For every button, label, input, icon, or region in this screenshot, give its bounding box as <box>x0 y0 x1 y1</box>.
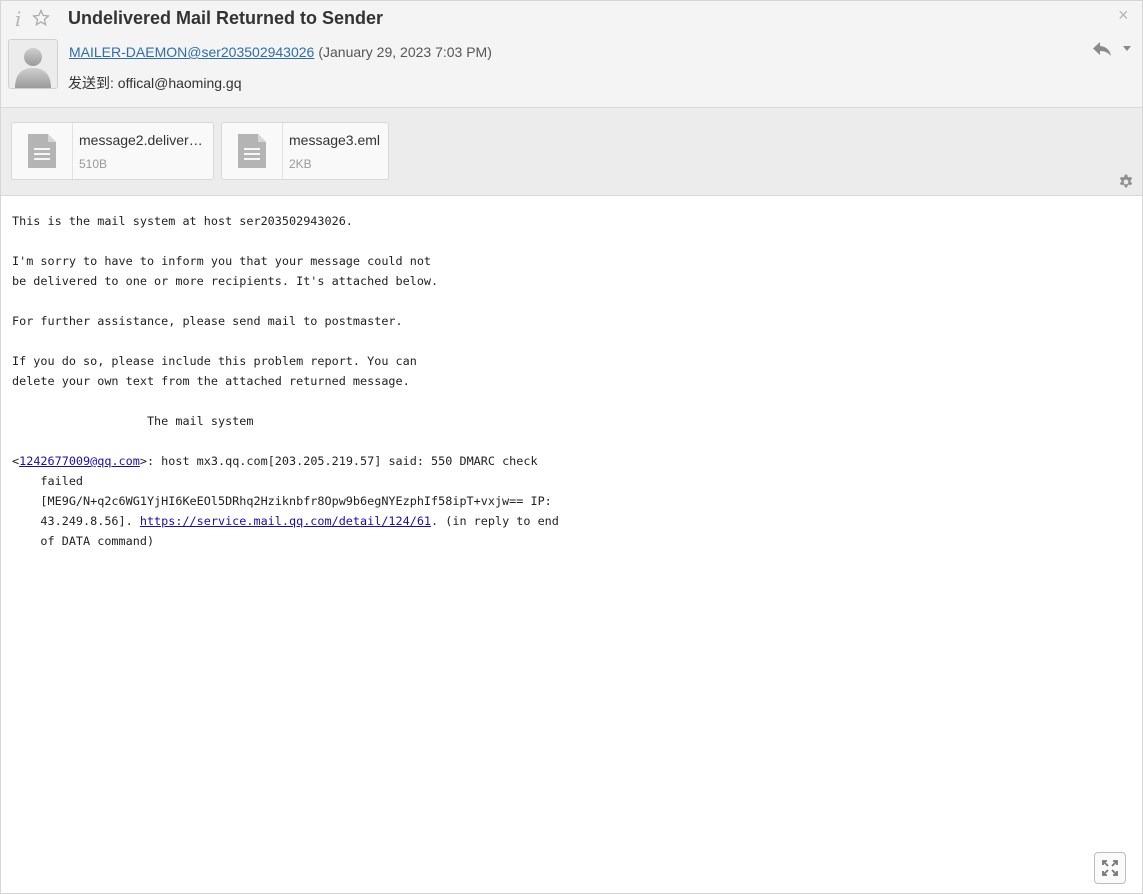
body-text-part: This is the mail system at host ser20350… <box>12 214 439 468</box>
message-header: i Undelivered Mail Returned to Sender MA… <box>1 1 1142 108</box>
message-subject: Undelivered Mail Returned to Sender <box>68 8 384 28</box>
document-icon <box>28 134 56 168</box>
attachment-name: message2.deliver… <box>79 132 203 148</box>
to-label: 发送到: <box>68 75 114 91</box>
close-icon[interactable]: × <box>1118 6 1129 24</box>
reply-icon[interactable] <box>1091 40 1113 58</box>
service-detail-link[interactable]: https://service.mail.qq.com/detail/124/6… <box>140 514 431 528</box>
attachments-bar: message2.deliver… 510B message3.eml 2KB <box>1 108 1142 196</box>
to-address: offical@haoming.gq <box>117 75 242 91</box>
attachment-size: 510B <box>79 157 108 171</box>
attachment-icon-box <box>12 123 73 179</box>
from-row: MAILER-DAEMON@ser203502943026 (January 29… <box>69 44 492 60</box>
avatar <box>8 39 58 89</box>
document-icon <box>238 134 266 168</box>
message-body: This is the mail system at host ser20350… <box>12 211 559 551</box>
recipient-email-link[interactable]: 1242677009@qq.com <box>19 454 140 468</box>
star-icon[interactable] <box>32 9 50 27</box>
attachment-name: message3.eml <box>289 132 381 148</box>
to-row: 发送到: offical@haoming.gq <box>68 73 241 93</box>
expand-icon[interactable] <box>1094 852 1126 884</box>
gear-icon[interactable] <box>1118 174 1134 190</box>
attachment-size: 2KB <box>289 157 312 171</box>
info-icon[interactable]: i <box>15 7 21 31</box>
attachment-icon-box <box>222 123 283 179</box>
message-date: (January 29, 2023 7:03 PM) <box>318 44 492 60</box>
attachment-item[interactable]: message2.deliver… 510B <box>11 122 214 180</box>
sender-link[interactable]: MAILER-DAEMON@ser203502943026 <box>69 44 314 60</box>
chevron-down-icon[interactable] <box>1122 44 1132 52</box>
attachment-item[interactable]: message3.eml 2KB <box>221 122 389 180</box>
